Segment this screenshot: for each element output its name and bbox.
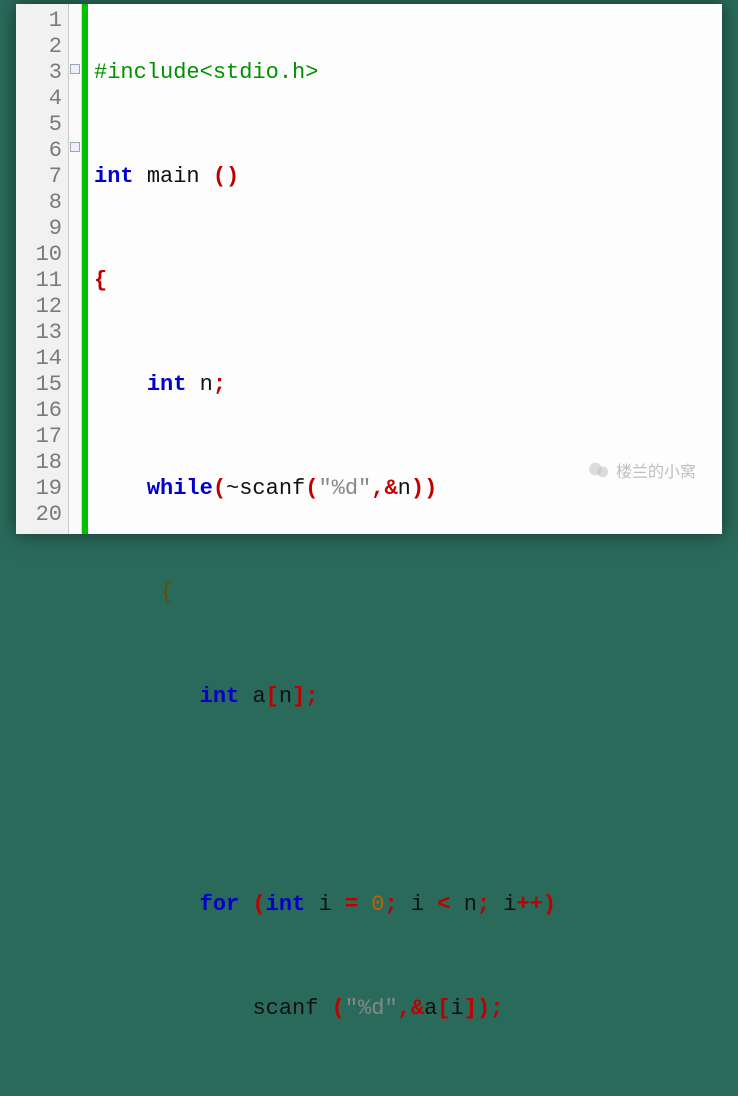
fold-toggle-icon[interactable] bbox=[70, 64, 80, 74]
watermark: 楼兰的小窝 bbox=[588, 458, 696, 482]
code-line: { bbox=[94, 580, 722, 606]
code-line: scanf ("%d",&a[i]); bbox=[94, 996, 722, 1022]
line-number: 13 bbox=[16, 320, 68, 346]
line-number: 4 bbox=[16, 86, 68, 112]
code-line: int a[n]; bbox=[94, 684, 722, 710]
line-number: 2 bbox=[16, 34, 68, 60]
line-number-gutter: 1 2 3 4 5 6 7 8 9 10 11 12 13 14 15 16 1… bbox=[16, 4, 69, 534]
code-line: { bbox=[94, 268, 722, 294]
line-number: 15 bbox=[16, 372, 68, 398]
wechat-icon bbox=[588, 461, 610, 479]
line-number: 14 bbox=[16, 346, 68, 372]
line-number: 5 bbox=[16, 112, 68, 138]
fold-toggle-icon[interactable] bbox=[70, 142, 80, 152]
fold-gutter bbox=[69, 4, 82, 534]
editor-window: 1 2 3 4 5 6 7 8 9 10 11 12 13 14 15 16 1… bbox=[16, 4, 722, 534]
line-number: 12 bbox=[16, 294, 68, 320]
code-line: #include<stdio.h> bbox=[94, 60, 722, 86]
code-line: for (int i = 0; i < n; i++) bbox=[94, 892, 722, 918]
line-number: 11 bbox=[16, 268, 68, 294]
line-number: 6 bbox=[16, 138, 68, 164]
code-line: int n; bbox=[94, 372, 722, 398]
code-editor[interactable]: 1 2 3 4 5 6 7 8 9 10 11 12 13 14 15 16 1… bbox=[16, 4, 722, 534]
line-number: 16 bbox=[16, 398, 68, 424]
line-number: 3 bbox=[16, 60, 68, 86]
line-number: 7 bbox=[16, 164, 68, 190]
line-number: 20 bbox=[16, 502, 68, 528]
line-number: 10 bbox=[16, 242, 68, 268]
line-number: 17 bbox=[16, 424, 68, 450]
code-area[interactable]: #include<stdio.h> int main () { int n; w… bbox=[88, 4, 722, 534]
code-line bbox=[94, 788, 722, 814]
line-number: 8 bbox=[16, 190, 68, 216]
preprocessor: #include<stdio.h> bbox=[94, 60, 318, 85]
line-number: 19 bbox=[16, 476, 68, 502]
code-line: int main () bbox=[94, 164, 722, 190]
line-number: 1 bbox=[16, 8, 68, 34]
line-number: 18 bbox=[16, 450, 68, 476]
line-number: 9 bbox=[16, 216, 68, 242]
watermark-text: 楼兰的小窝 bbox=[616, 458, 696, 482]
